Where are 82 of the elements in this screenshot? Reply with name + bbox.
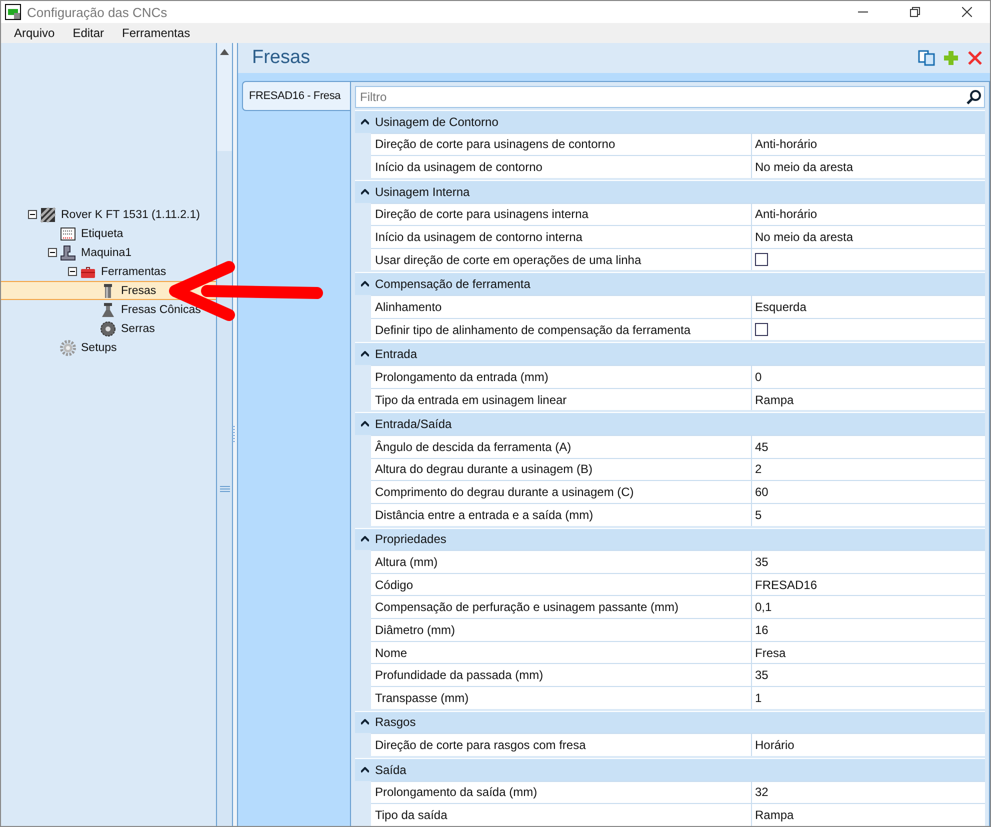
property-value[interactable]: Rampa xyxy=(755,808,794,822)
property-name: Usar direção de corte em operações de uma linha xyxy=(371,248,752,270)
grip-icon xyxy=(233,426,236,444)
property-value[interactable]: Esquerda xyxy=(755,300,806,314)
collapse-icon[interactable] xyxy=(361,536,369,542)
checkbox[interactable] xyxy=(755,253,768,266)
category-header: Compensação de ferramenta xyxy=(375,277,530,292)
collapse-icon[interactable] xyxy=(361,421,369,428)
property-value[interactable]: Anti-horário xyxy=(755,137,818,152)
property-value[interactable]: Fresa xyxy=(755,646,786,660)
collapse-icon[interactable] xyxy=(48,248,57,257)
category-header: Saída xyxy=(375,762,406,777)
collapse-icon[interactable] xyxy=(28,210,37,219)
tab[interactable]: FRESAD16 - Fresa xyxy=(242,81,350,111)
app-icon xyxy=(5,4,21,20)
gear-icon xyxy=(60,340,76,356)
property-name: Direção de corte para rasgos com fresa xyxy=(371,734,752,756)
property-value[interactable]: 45 xyxy=(755,440,768,454)
property-value[interactable]: 5 xyxy=(755,508,762,522)
tree-item[interactable]: Serras xyxy=(1,319,216,338)
window-title: Configuração das CNCs xyxy=(27,4,168,20)
property-value[interactable]: FRESAD16 xyxy=(755,578,818,592)
search-icon[interactable] xyxy=(966,89,982,105)
collapse-icon[interactable] xyxy=(361,766,369,773)
collapse-icon[interactable] xyxy=(68,267,77,276)
delete-icon[interactable] xyxy=(966,49,984,67)
category-header: Rasgos xyxy=(375,715,416,730)
property-value[interactable]: 35 xyxy=(755,554,768,569)
panel-title: Fresas xyxy=(252,47,312,69)
collapse-icon[interactable] xyxy=(361,281,369,288)
property-value[interactable]: 2 xyxy=(755,462,762,476)
property-value[interactable]: 60 xyxy=(755,485,768,500)
scroll-thumb[interactable] xyxy=(217,151,232,826)
property-name: Tipo da saída xyxy=(371,804,752,826)
collapse-icon[interactable] xyxy=(361,118,369,125)
tree-item[interactable]: Rover K FT 1531 (1.11.2.1) xyxy=(1,205,216,224)
collapse-icon[interactable] xyxy=(361,351,369,358)
property-value[interactable]: Rampa xyxy=(755,392,794,406)
tree-item[interactable]: Fresas Cônicas xyxy=(1,300,216,319)
category-header: Entrada xyxy=(375,347,418,362)
collapse-icon[interactable] xyxy=(361,719,369,726)
menu-item[interactable]: Ferramentas xyxy=(113,26,200,40)
grip-icon xyxy=(220,486,230,492)
saw-blade-icon xyxy=(100,320,116,336)
restore-icon[interactable] xyxy=(910,7,920,17)
property-name: Tipo da entrada em usinagem linear xyxy=(371,388,752,410)
property-value[interactable]: 35 xyxy=(755,668,768,682)
property-value[interactable]: Anti-horário xyxy=(755,207,818,222)
property-value[interactable]: 0,1 xyxy=(755,600,772,614)
property-value[interactable]: 0 xyxy=(755,370,762,384)
menu-item[interactable]: Editar xyxy=(64,26,114,40)
category-header: Propriedades xyxy=(375,532,446,546)
property-value[interactable]: 16 xyxy=(755,622,768,637)
property-name: Definir tipo de alinhamento de compensação da ferramenta xyxy=(371,318,752,340)
close-icon[interactable] xyxy=(962,7,972,17)
scrollbar[interactable] xyxy=(217,43,233,826)
checkbox[interactable] xyxy=(755,323,768,336)
tree-item[interactable]: Setups xyxy=(1,338,216,357)
category-header: Entrada/Saída xyxy=(375,417,452,432)
property-name: Distância entre a entrada e a saída (mm) xyxy=(371,504,752,526)
property-value[interactable]: Horário xyxy=(755,738,794,752)
menu-item[interactable]: Arquivo xyxy=(5,26,64,40)
category-header: Usinagem Interna xyxy=(375,184,470,199)
property-name: Transpasse (mm) xyxy=(371,687,752,709)
property-value[interactable]: No meio da aresta xyxy=(755,160,854,174)
machine-icon xyxy=(60,244,76,260)
filter-field[interactable]: Filtro xyxy=(355,86,985,108)
cone-mill-icon xyxy=(100,302,116,318)
copy-icon[interactable] xyxy=(918,49,936,67)
tree-item[interactable]: Ferramentas xyxy=(1,262,216,281)
property-value[interactable]: No meio da aresta xyxy=(755,230,854,244)
tree-item[interactable]: Etiqueta xyxy=(1,224,216,243)
scroll-up-icon[interactable] xyxy=(220,49,229,55)
striped-block-icon xyxy=(40,206,56,222)
property-value[interactable]: 1 xyxy=(755,690,762,705)
property-value[interactable]: 32 xyxy=(755,785,768,800)
property-name: Início da usinagem de contorno xyxy=(371,156,752,178)
category-header: Usinagem de Contorno xyxy=(375,114,498,129)
tree-item[interactable]: Maquina1 xyxy=(1,243,216,262)
label-icon xyxy=(60,226,76,242)
splitter[interactable] xyxy=(233,43,238,826)
collapse-icon[interactable] xyxy=(361,188,369,195)
